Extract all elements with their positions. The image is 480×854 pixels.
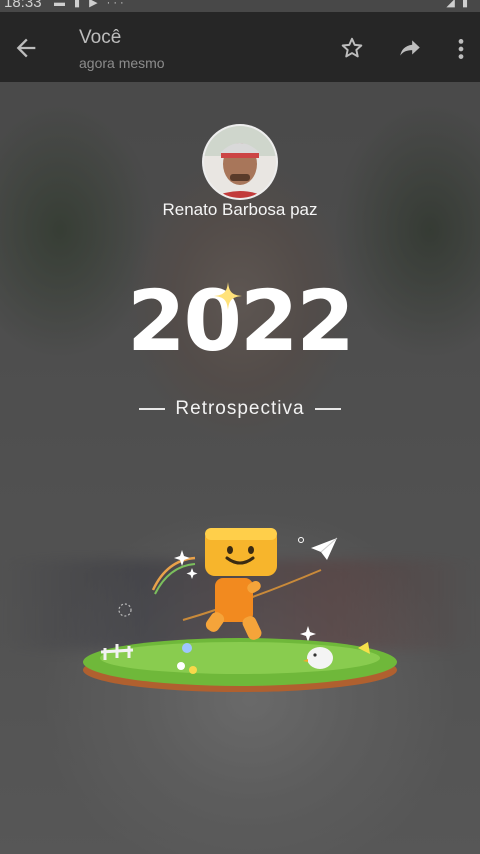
signal-battery-icons: ◢ ▮	[446, 0, 470, 9]
chat-title: Você	[79, 27, 122, 48]
status-time: 18:33	[4, 0, 42, 11]
author-name: Renato Barbosa paz	[162, 200, 318, 219]
paper-plane-icon	[311, 537, 338, 560]
retrospective-label: Retrospectiva	[175, 398, 305, 419]
share-icon[interactable]	[396, 35, 424, 61]
back-arrow-icon[interactable]	[12, 34, 40, 62]
mascot-illustration	[83, 528, 397, 692]
divider-right	[314, 408, 341, 410]
more-vert-icon[interactable]	[452, 36, 470, 62]
sparkle-icon	[214, 282, 242, 310]
notification-icons: ▬ ▮ ▶ ···	[54, 0, 127, 9]
timestamp: agora mesmo	[79, 55, 165, 71]
retrospective-label-row: Retrospectiva	[0, 396, 480, 422]
profile-photo	[204, 126, 276, 198]
status-bar: 18:33 ▬ ▮ ▶ ··· ◢ ▮	[0, 0, 480, 12]
star-icon[interactable]	[339, 35, 365, 61]
divider-left	[139, 408, 166, 410]
app-bar: Você agora mesmo	[0, 12, 480, 82]
avatar[interactable]	[204, 126, 276, 198]
